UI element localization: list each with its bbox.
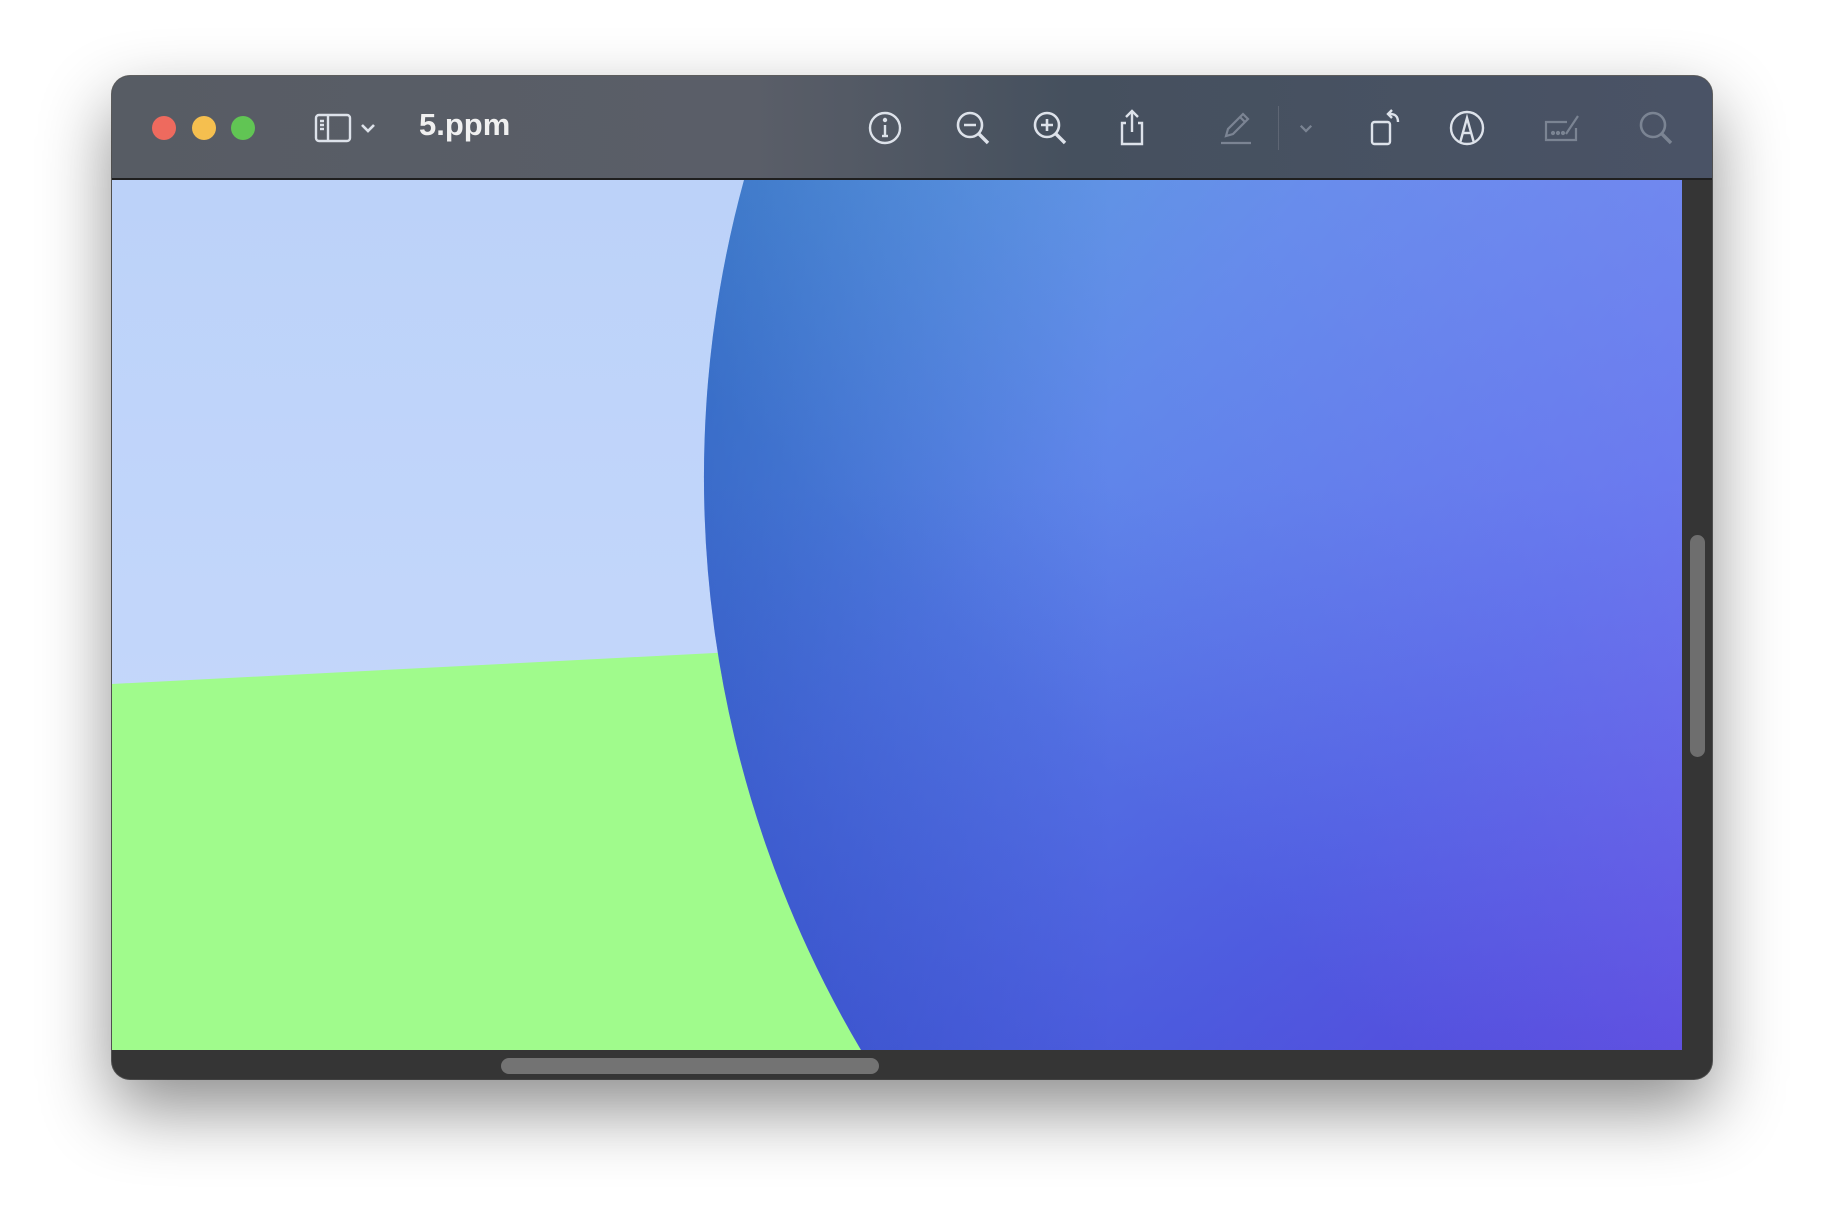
close-button[interactable] [152, 116, 176, 140]
share-icon[interactable] [1108, 104, 1156, 152]
zoom-out-icon[interactable] [949, 104, 997, 152]
markup-icon[interactable] [1443, 104, 1491, 152]
rendered-image [112, 180, 1682, 1050]
horizontal-scrollbar-thumb[interactable] [501, 1058, 879, 1074]
sidebar-icon[interactable] [309, 104, 357, 152]
image-view[interactable] [112, 180, 1682, 1050]
desktop: 5.ppm [0, 0, 1824, 1228]
sphere-highlight [703, 180, 1682, 1050]
zoom-in-icon[interactable] [1026, 104, 1074, 152]
minimize-button[interactable] [192, 116, 216, 140]
vertical-scrollbar-thumb[interactable] [1690, 535, 1705, 757]
signature-icon [1538, 104, 1586, 152]
pen-icon [1212, 104, 1260, 152]
info-icon[interactable] [861, 104, 909, 152]
window-title: 5.ppm [419, 107, 511, 142]
chevron-down-icon [1291, 104, 1321, 152]
toolbar-divider [1278, 106, 1279, 150]
rotate-left-icon[interactable] [1361, 104, 1409, 152]
search-icon [1632, 104, 1680, 152]
preview-window: 5.ppm [112, 76, 1712, 1079]
zoom-button[interactable] [231, 116, 255, 140]
chevron-down-icon[interactable] [353, 104, 383, 152]
toolbar: 5.ppm [112, 76, 1712, 180]
